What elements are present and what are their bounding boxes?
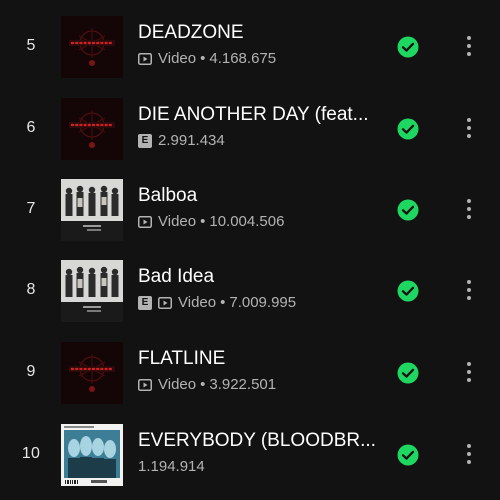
track-number: 7 bbox=[26, 200, 36, 217]
track-meta: Video • 3.922.501 bbox=[138, 376, 276, 394]
saved-check-icon[interactable] bbox=[397, 444, 419, 466]
video-play-icon bbox=[138, 52, 152, 66]
video-label: Video bbox=[158, 376, 197, 393]
saved-check-icon[interactable] bbox=[397, 280, 419, 302]
track-title[interactable]: FLATLINE bbox=[138, 347, 378, 371]
saved-check-icon[interactable] bbox=[397, 199, 419, 221]
separator-dot: • bbox=[200, 50, 206, 67]
track-row[interactable]: 6 DIE ANOTHER DAY (feat... E 2.991.434 bbox=[0, 97, 500, 161]
more-options-icon[interactable] bbox=[458, 275, 480, 305]
track-meta: E Video • 7.009.995 bbox=[138, 294, 296, 312]
video-play-icon bbox=[138, 215, 152, 229]
track-meta: E 2.991.434 bbox=[138, 132, 225, 150]
video-label: Video bbox=[158, 50, 197, 67]
more-options-icon[interactable] bbox=[458, 439, 480, 469]
video-play-icon bbox=[138, 378, 152, 392]
play-count: 3.922.501 bbox=[209, 376, 277, 393]
album-artwork[interactable] bbox=[61, 16, 123, 78]
play-count: 7.009.995 bbox=[229, 294, 297, 311]
track-number: 9 bbox=[26, 363, 36, 380]
album-artwork[interactable] bbox=[61, 98, 123, 160]
exit-emotions-artwork bbox=[61, 342, 123, 404]
track-title[interactable]: DIE ANOTHER DAY (feat... bbox=[138, 103, 378, 127]
separator-dot: • bbox=[220, 294, 226, 311]
track-title[interactable]: Bad Idea bbox=[138, 265, 378, 289]
track-list: 5 DEADZONE Video • 4.168.675 6 DIE ANOTH… bbox=[0, 0, 500, 500]
separator-dot: • bbox=[200, 376, 206, 393]
track-row[interactable]: 9 FLATLINE Video • 3.922.501 bbox=[0, 341, 500, 405]
track-number: 8 bbox=[26, 281, 36, 298]
track-row[interactable]: 7 Balboa Video • 10.004.506 bbox=[0, 178, 500, 242]
track-row[interactable]: 5 DEADZONE Video • 4.168.675 bbox=[0, 15, 500, 79]
video-play-icon bbox=[158, 296, 172, 310]
more-options-icon[interactable] bbox=[458, 113, 480, 143]
track-title[interactable]: DEADZONE bbox=[138, 21, 378, 45]
track-title[interactable]: Balboa bbox=[138, 184, 378, 208]
album-artwork[interactable] bbox=[61, 342, 123, 404]
more-options-icon[interactable] bbox=[458, 31, 480, 61]
video-label: Video bbox=[158, 213, 197, 230]
track-number: 6 bbox=[26, 119, 36, 136]
separator-dot: • bbox=[200, 213, 206, 230]
explicit-badge: E bbox=[138, 134, 152, 148]
more-options-icon[interactable] bbox=[458, 357, 480, 387]
track-meta: Video • 4.168.675 bbox=[138, 50, 276, 68]
track-row[interactable]: 10 EVERYBODY (BLOODBR... 1.194.914 bbox=[0, 423, 500, 487]
saved-check-icon[interactable] bbox=[397, 118, 419, 140]
video-label: Video bbox=[178, 294, 217, 311]
saved-check-icon[interactable] bbox=[397, 362, 419, 384]
track-row[interactable]: 8 Bad Idea E Video • 7.009.995 bbox=[0, 259, 500, 323]
track-meta: 1.194.914 bbox=[138, 458, 205, 476]
saved-check-icon[interactable] bbox=[397, 36, 419, 58]
play-count: 4.168.675 bbox=[209, 50, 277, 67]
track-title[interactable]: EVERYBODY (BLOODBR... bbox=[138, 429, 378, 453]
exit-emotions-artwork bbox=[61, 16, 123, 78]
album-artwork[interactable] bbox=[61, 260, 123, 322]
track-number: 5 bbox=[26, 37, 36, 54]
bloodbrothers-artwork bbox=[61, 424, 123, 486]
track-number: 10 bbox=[21, 445, 41, 462]
band-photo-artwork bbox=[61, 179, 123, 241]
play-count: 1.194.914 bbox=[138, 458, 205, 475]
explicit-badge: E bbox=[138, 296, 152, 310]
more-options-icon[interactable] bbox=[458, 194, 480, 224]
play-count: 10.004.506 bbox=[209, 213, 285, 230]
track-meta: Video • 10.004.506 bbox=[138, 213, 284, 231]
play-count: 2.991.434 bbox=[158, 132, 225, 149]
band-photo-artwork bbox=[61, 260, 123, 322]
album-artwork[interactable] bbox=[61, 179, 123, 241]
album-artwork[interactable] bbox=[61, 424, 123, 486]
exit-emotions-artwork bbox=[61, 98, 123, 160]
